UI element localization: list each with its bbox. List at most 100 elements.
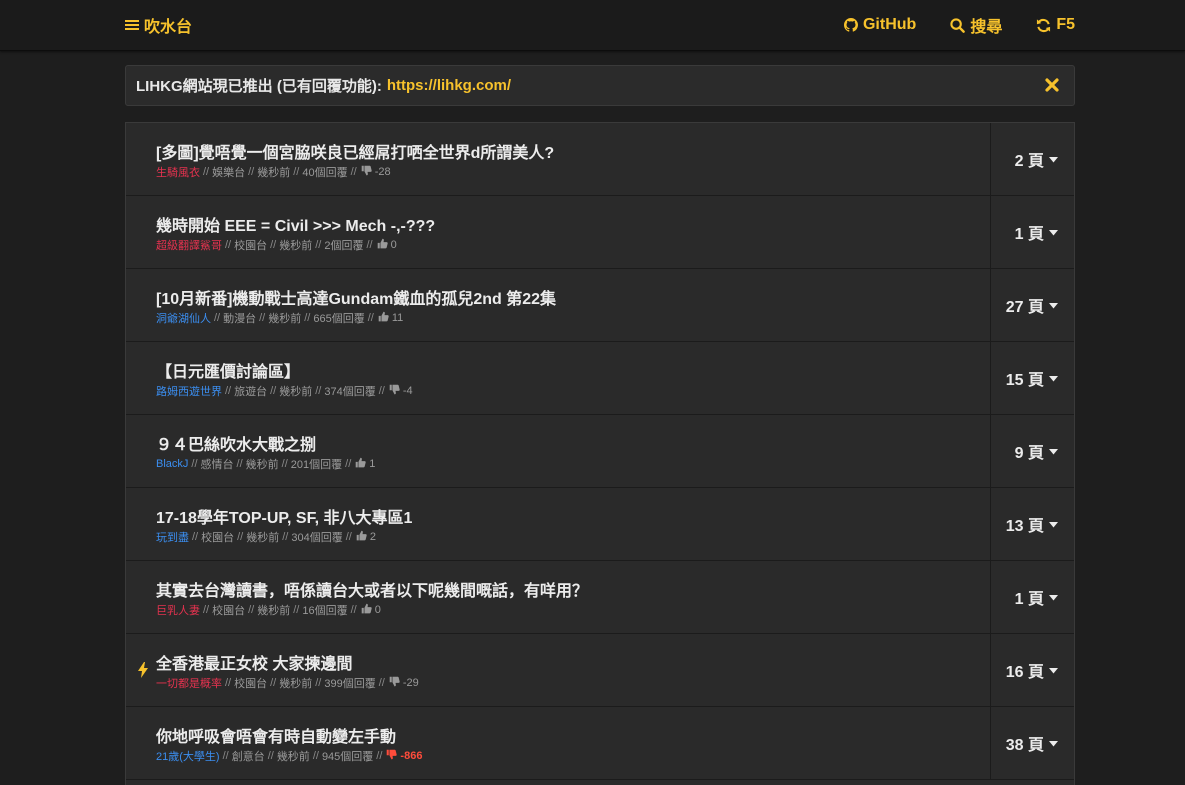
author-name[interactable]: 21歲(大學生) bbox=[156, 748, 220, 764]
page-select-button[interactable]: 13 頁 bbox=[991, 488, 1074, 560]
meta-separator: // bbox=[281, 458, 288, 470]
page-count: 1 頁 bbox=[1014, 591, 1044, 608]
thread-time: 幾秒前 bbox=[276, 751, 310, 763]
author-name[interactable]: 超級翻譯鯊哥 bbox=[156, 237, 222, 253]
page-count: 38 頁 bbox=[1005, 737, 1044, 754]
thread-meta: 一切都是概率 // 校園台 // 幾秒前 // 399個回覆 // -29 bbox=[156, 675, 419, 691]
thread-category: 校園台 bbox=[234, 240, 268, 252]
page-select-button[interactable]: 1 頁 bbox=[991, 561, 1074, 633]
top-navbar: 吹水台 GitHub 搜尋 F5 bbox=[0, 0, 1185, 51]
thumbs-up-icon bbox=[355, 457, 366, 471]
thread-row: ９４巴絲吹水大戰之捌 BlackJ // 感情台 // 幾秒前 // 201個回… bbox=[126, 415, 1074, 488]
meta-separator: // bbox=[376, 750, 383, 762]
thread-score: -866 bbox=[400, 750, 423, 762]
page-select-button[interactable]: 15 頁 bbox=[991, 342, 1074, 414]
page-count: 15 頁 bbox=[1005, 372, 1044, 389]
meta-separator: // bbox=[350, 166, 357, 178]
thread-link[interactable]: 你地呼吸會唔會有時自動變左手動 21歲(大學生) // 創意台 // 幾秒前 /… bbox=[126, 707, 991, 779]
thumbs-up-icon bbox=[356, 530, 367, 544]
channel-menu-button[interactable]: 吹水台 bbox=[125, 14, 192, 36]
thread-link[interactable]: ９４巴絲吹水大戰之捌 BlackJ // 感情台 // 幾秒前 // 201個回… bbox=[126, 415, 991, 487]
thread-time: 幾秒前 bbox=[268, 313, 302, 325]
thread-replies: 304個回覆 bbox=[291, 532, 343, 544]
thread-replies: 945個回覆 bbox=[321, 751, 374, 763]
thread-replies: 665個回覆 bbox=[313, 313, 365, 325]
thread-time: 幾秒前 bbox=[279, 678, 313, 690]
refresh-icon bbox=[1036, 18, 1051, 33]
page-select-button[interactable]: 38 頁 bbox=[991, 707, 1074, 779]
thread-row: [多圖]覺唔覺一個宮脇咲良已經屌打哂全世界d所謂美人? 生騎風衣 // 娛樂台 … bbox=[126, 123, 1074, 196]
thread-link[interactable]: [多圖]覺唔覺一個宮脇咲良已經屌打哂全世界d所謂美人? 生騎風衣 // 娛樂台 … bbox=[126, 123, 991, 195]
page-select-button[interactable]: 16 頁 bbox=[991, 634, 1074, 706]
thread-title: 17-18學年TOP-UP, SF, 非八大專區1 bbox=[156, 510, 413, 527]
meta-separator: // bbox=[312, 750, 319, 762]
author-name[interactable]: 生騎風衣 bbox=[156, 164, 200, 180]
search-button[interactable]: 搜尋 bbox=[950, 13, 1002, 37]
thread-link[interactable]: 其實去台灣讀書，唔係讀台大或者以下呢幾間嘅話，有咩用？ 巨乳人妻 // 校園台 … bbox=[126, 561, 991, 633]
meta-separator: // bbox=[293, 604, 300, 616]
thread-category: 校園台 bbox=[234, 678, 268, 690]
search-label: 搜尋 bbox=[970, 19, 1003, 36]
thumbs-up-icon bbox=[377, 238, 388, 252]
thread-title: ９４巴絲吹水大戰之捌 bbox=[156, 437, 317, 454]
caret-down-icon bbox=[1049, 661, 1058, 679]
thread-meta: 超級翻譯鯊哥 // 校園台 // 幾秒前 // 2個回覆 // 0 bbox=[156, 237, 397, 253]
thread-meta: BlackJ // 感情台 // 幾秒前 // 201個回覆 // 1 bbox=[156, 456, 375, 472]
thread-link[interactable]: 17-18學年TOP-UP, SF, 非八大專區1 玩到盡 // 校園台 // … bbox=[126, 488, 991, 560]
author-name[interactable]: 巨乳人妻 bbox=[156, 602, 200, 618]
github-link[interactable]: GitHub bbox=[843, 16, 917, 34]
thumbs-up-icon bbox=[361, 603, 372, 617]
thread-score: 0 bbox=[390, 239, 397, 251]
thread-link[interactable]: 【日元匯價討論區】 路姆西遊世界 // 旅遊台 // 幾秒前 // 374個回覆… bbox=[126, 342, 991, 414]
thread-replies: 201個回覆 bbox=[290, 459, 343, 471]
thread-link[interactable]: 全香港最正女校 大家揀邊間 一切都是概率 // 校園台 // 幾秒前 // 39… bbox=[126, 634, 991, 706]
refresh-label: F5 bbox=[1056, 16, 1075, 33]
thread-score: -4 bbox=[402, 385, 413, 397]
author-name[interactable]: 玩到盡 bbox=[156, 529, 189, 545]
close-icon[interactable] bbox=[1045, 78, 1061, 94]
author-name[interactable]: 洞爺湖仙人 bbox=[156, 310, 211, 326]
thread-category: 動漫台 bbox=[223, 313, 257, 325]
caret-down-icon bbox=[1049, 734, 1058, 752]
author-name[interactable]: BlackJ bbox=[156, 458, 188, 470]
page-select-button[interactable]: 1 頁 bbox=[991, 196, 1074, 268]
thread-row: [10月新番]機動戰士高達Gundam鐵血的孤兒2nd 第22集 洞爺湖仙人 /… bbox=[126, 269, 1074, 342]
caret-down-icon bbox=[1049, 442, 1058, 460]
thread-time: 幾秒前 bbox=[279, 386, 313, 398]
meta-separator: // bbox=[345, 458, 352, 470]
thread-score: -28 bbox=[374, 166, 391, 178]
meta-separator: // bbox=[378, 677, 385, 689]
meta-separator: // bbox=[214, 312, 221, 324]
thread-score: 1 bbox=[369, 458, 376, 470]
meta-separator: // bbox=[378, 385, 385, 397]
caret-down-icon bbox=[1049, 588, 1058, 606]
thread-row: 你地呼吸會唔會有時自動變左手動 21歲(大學生) // 創意台 // 幾秒前 /… bbox=[126, 707, 1074, 780]
thread-title: [多圖]覺唔覺一個宮脇咲良已經屌打哂全世界d所謂美人? bbox=[156, 145, 555, 162]
thread-category: 感情台 bbox=[200, 459, 234, 471]
meta-separator: // bbox=[345, 531, 352, 543]
thread-score: 2 bbox=[369, 531, 376, 543]
author-name[interactable]: 一切都是概率 bbox=[156, 675, 222, 691]
thread-link[interactable]: 幾時開始 EEE = Civil >>> Mech -,-??? 超級翻譯鯊哥 … bbox=[126, 196, 991, 268]
thread-link[interactable]: [10月新番]機動戰士高達Gundam鐵血的孤兒2nd 第22集 洞爺湖仙人 /… bbox=[126, 269, 991, 341]
page-count: 2 頁 bbox=[1014, 153, 1044, 170]
meta-separator: // bbox=[203, 166, 210, 178]
github-label: GitHub bbox=[862, 16, 917, 33]
author-name[interactable]: 路姆西遊世界 bbox=[156, 383, 222, 399]
meta-separator: // bbox=[192, 531, 199, 543]
caret-down-icon bbox=[1049, 515, 1058, 533]
page-select-button[interactable]: 9 頁 bbox=[991, 415, 1074, 487]
thread-category: 旅遊台 bbox=[234, 386, 268, 398]
page-select-button[interactable]: 27 頁 bbox=[991, 269, 1074, 341]
thread-meta: 玩到盡 // 校園台 // 幾秒前 // 304個回覆 // 2 bbox=[156, 529, 376, 545]
caret-down-icon bbox=[1049, 296, 1058, 314]
page-select-button[interactable]: 2 頁 bbox=[991, 123, 1074, 195]
thread-replies: 16個回覆 bbox=[302, 605, 348, 617]
thread-row: 【日元匯價討論區】 路姆西遊世界 // 旅遊台 // 幾秒前 // 374個回覆… bbox=[126, 342, 1074, 415]
announcement-banner: LIHKG網站現已推出 (已有回覆功能): https://lihkg.com/ bbox=[125, 65, 1075, 106]
announcement-link[interactable]: https://lihkg.com/ bbox=[387, 77, 511, 94]
thread-replies: 399個回覆 bbox=[324, 678, 376, 690]
thumbs-down-icon bbox=[386, 749, 398, 763]
thread-title: 全香港最正女校 大家揀邊間 bbox=[156, 656, 353, 673]
refresh-button[interactable]: F5 bbox=[1036, 16, 1075, 34]
